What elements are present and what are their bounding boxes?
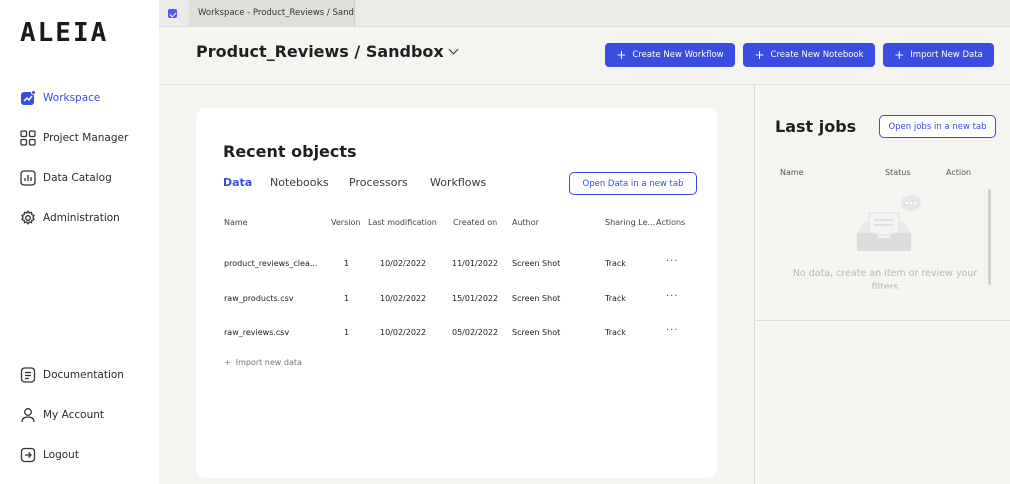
button-label: Create New Notebook [770, 50, 864, 60]
sidebar-item-label: Workspace [43, 92, 101, 104]
more-actions-icon[interactable]: ··· [666, 325, 679, 336]
sidebar-item-workspace[interactable]: Workspace [20, 88, 100, 108]
tab-workflows[interactable]: Workflows [430, 176, 486, 189]
sidebar-item-label: Project Manager [43, 132, 129, 144]
table-cell-author: Screen Shot [512, 259, 561, 268]
table-cell-version: 1 [344, 259, 350, 268]
recent-objects-card: Recent objects Data Notebooks Processors… [196, 108, 717, 478]
card-title: Recent objects [223, 142, 357, 161]
user-icon [20, 407, 36, 423]
sidebar: ALEIA Workspace Project Manager Data Cat… [0, 0, 159, 484]
column-header[interactable]: Name [780, 168, 804, 177]
sidebar-item-label: My Account [43, 409, 105, 421]
sidebar-item-my-account[interactable]: My Account [20, 405, 104, 425]
more-actions-icon[interactable]: ··· [666, 291, 679, 302]
tab-processors[interactable]: Processors [349, 176, 408, 189]
table-cell-version: 1 [344, 294, 350, 303]
table-cell-author: Screen Shot [512, 294, 561, 303]
button-label: Import New Data [910, 50, 983, 60]
create-workflow-button[interactable]: + Create New Workflow [605, 43, 735, 67]
create-notebook-button[interactable]: + Create New Notebook [743, 43, 875, 67]
app-logo: ALEIA [20, 18, 109, 48]
tab-bar: Workspace - Product_Reviews / Sandbox [159, 0, 1010, 27]
table-cell-name[interactable]: product_reviews_clea... [224, 259, 317, 268]
button-label: Create New Workflow [632, 50, 724, 60]
document-icon [20, 367, 36, 383]
tab-notebooks[interactable]: Notebooks [270, 176, 329, 189]
scrollbar[interactable] [988, 189, 991, 285]
column-header: Action [946, 168, 972, 177]
column-header[interactable]: Name [224, 218, 248, 227]
table-cell-sharing: Track [605, 294, 626, 303]
empty-inbox-icon [855, 193, 925, 259]
table-cell-modified: 10/02/2022 [380, 328, 427, 337]
column-header[interactable]: Sharing Le... [605, 218, 655, 227]
table-cell-sharing: Track [605, 328, 626, 337]
import-link-label: Import new data [235, 358, 302, 367]
gear-icon [20, 210, 36, 226]
open-data-new-tab-button[interactable]: Open Data in a new tab [569, 172, 697, 195]
import-data-button[interactable]: + Import New Data [883, 43, 994, 67]
plus-icon: + [894, 48, 905, 62]
chevron-down-icon[interactable] [448, 44, 459, 55]
open-jobs-new-tab-button[interactable]: Open jobs in a new tab [879, 115, 996, 138]
table-cell-name[interactable]: raw_reviews.csv [224, 328, 289, 337]
table-cell-version: 1 [344, 328, 350, 337]
sidebar-item-label: Administration [43, 212, 120, 224]
sidebar-item-label: Documentation [43, 369, 124, 381]
import-new-data-link[interactable]: + Import new data [224, 358, 302, 367]
plus-icon: + [754, 48, 765, 62]
logout-icon [20, 447, 36, 463]
sidebar-item-data-catalog[interactable]: Data Catalog [20, 168, 112, 188]
sidebar-item-project-manager[interactable]: Project Manager [20, 128, 128, 148]
page-title-text: Product_Reviews / Sandbox [196, 42, 444, 61]
plus-icon: + [616, 48, 627, 62]
plus-icon: + [224, 358, 231, 367]
column-header[interactable]: Author [512, 218, 539, 227]
workspace-icon [20, 90, 36, 106]
sidebar-item-label: Logout [43, 449, 79, 461]
chart-icon [20, 170, 36, 186]
table-cell-modified: 10/02/2022 [380, 294, 427, 303]
panel-divider [754, 321, 755, 484]
last-jobs-panel: Last jobs Open jobs in a new tab Name St… [754, 85, 1010, 321]
table-cell-created: 05/02/2022 [452, 328, 499, 337]
table-cell-sharing: Track [605, 259, 626, 268]
sidebar-toggle-icon[interactable] [168, 9, 177, 18]
sidebar-item-label: Data Catalog [43, 172, 112, 184]
column-header[interactable]: Last modification [368, 218, 437, 227]
panel-title: Last jobs [775, 117, 857, 136]
table-cell-created: 15/01/2022 [452, 294, 499, 303]
grid-icon [20, 130, 36, 146]
more-actions-icon[interactable]: ··· [666, 256, 679, 267]
column-header[interactable]: Created on [453, 218, 497, 227]
table-cell-name[interactable]: raw_products.csv [224, 294, 294, 303]
sidebar-item-documentation[interactable]: Documentation [20, 365, 124, 385]
tab-workspace[interactable]: Workspace - Product_Reviews / Sandbox [189, 0, 355, 27]
sidebar-item-administration[interactable]: Administration [20, 208, 120, 228]
page-title[interactable]: Product_Reviews / Sandbox [196, 42, 459, 61]
empty-state-text: No data, create an item or review your f… [792, 268, 978, 289]
table-cell-created: 11/01/2022 [452, 259, 499, 268]
table-cell-modified: 10/02/2022 [380, 259, 427, 268]
column-header[interactable]: Version [331, 218, 360, 227]
table-cell-author: Screen Shot [512, 328, 561, 337]
sidebar-item-logout[interactable]: Logout [20, 445, 79, 465]
column-header[interactable]: Status [885, 168, 911, 177]
tab-data[interactable]: Data [223, 176, 252, 189]
column-header: Actions [656, 218, 686, 227]
